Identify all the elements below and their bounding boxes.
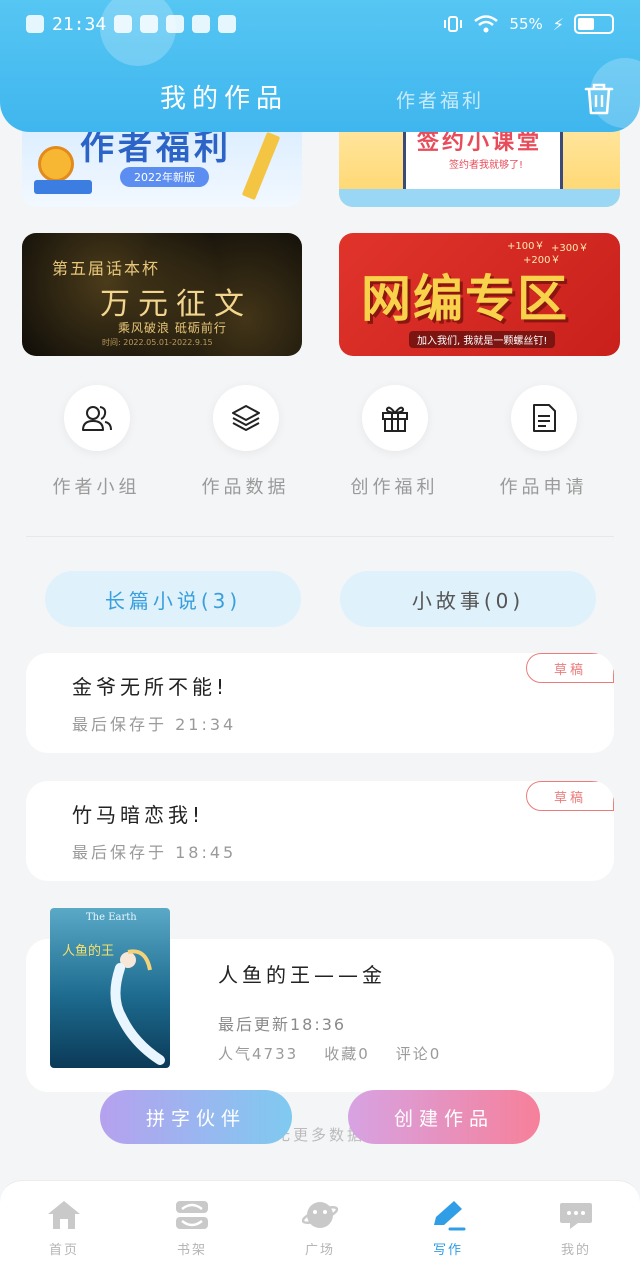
vibrate-icon xyxy=(444,16,463,32)
document-icon xyxy=(532,404,556,432)
nav-label: 广场 xyxy=(304,1243,335,1258)
banner3-date: 时间: 2022.05.01-2022.9.15 xyxy=(102,338,213,347)
book-cover[interactable]: The Earth 人鱼的王 xyxy=(50,908,170,1068)
users-icon xyxy=(81,406,112,431)
work-favorites: 收藏0 xyxy=(324,1045,370,1063)
no-more-data: 无更多数据 xyxy=(274,1126,365,1144)
quick-action-circle xyxy=(361,385,428,451)
draft-title: 金爷无所不能! xyxy=(72,675,229,699)
work-comments: 评论0 xyxy=(395,1045,442,1063)
bookshelf-icon xyxy=(176,1201,208,1229)
status-bar: 21:34 55% ⚡ xyxy=(0,0,640,48)
tab-long-novels[interactable]: 长篇小说(3) xyxy=(45,571,301,627)
draft-tag: 草稿 xyxy=(526,653,614,683)
draft-saved-time: 最后保存于 18:45 xyxy=(72,843,237,862)
trash-icon[interactable] xyxy=(584,82,614,116)
gift-icon xyxy=(381,406,408,432)
home-icon xyxy=(48,1201,80,1229)
nav-label: 我的 xyxy=(560,1243,591,1258)
battery-percent: 55% xyxy=(509,15,543,33)
draft-card[interactable]: 金爷无所不能! 最后保存于 21:34 草稿 xyxy=(26,653,614,753)
quick-action-circle xyxy=(212,385,279,451)
planet-icon xyxy=(302,1202,338,1228)
stripe-decor xyxy=(339,189,620,207)
quick-action-label: 作品申请 xyxy=(499,477,588,498)
quick-action-label: 作品数据 xyxy=(201,477,290,498)
tab-short-stories[interactable]: 小故事(0) xyxy=(340,571,596,627)
mermaid-illustration xyxy=(110,949,165,1065)
nav-writing[interactable]: 写作 xyxy=(384,1181,512,1276)
quick-action-circle xyxy=(510,385,577,451)
draft-title: 竹马暗恋我! xyxy=(72,803,205,827)
work-popularity: 人气4733 xyxy=(218,1045,299,1063)
draft-saved-time: 最后保存于 21:34 xyxy=(72,715,237,734)
partner-button[interactable]: 拼字伙伴 xyxy=(100,1090,292,1144)
video-icon xyxy=(218,15,237,33)
work-updated: 最后更新18:36 xyxy=(218,1015,347,1034)
quick-action-author-group[interactable]: 作者小组 xyxy=(22,385,171,499)
tab-my-works[interactable]: 我的作品 xyxy=(160,78,288,115)
nav-label: 首页 xyxy=(48,1243,79,1258)
quick-action-work-application[interactable]: 作品申请 xyxy=(469,385,618,499)
banner4-title: 网编专区 xyxy=(361,270,569,328)
banner1-tag: 2022年新版 xyxy=(120,167,209,187)
chat-icon xyxy=(560,1203,592,1229)
header-tabs: 我的作品 作者福利 xyxy=(160,78,484,115)
battery-level xyxy=(578,18,594,30)
banner3-title: 万元征文 xyxy=(100,287,252,322)
banner3-sub: 乘风破浪 砥砺前行 xyxy=(118,321,227,335)
banner2-sub: 签约者我就够了! xyxy=(449,160,524,171)
quick-action-label: 作者小组 xyxy=(52,477,141,498)
notification-icon xyxy=(26,15,44,33)
status-time: 21:34 xyxy=(52,13,107,35)
pencil-illustration xyxy=(241,131,281,201)
quick-action-work-data[interactable]: 作品数据 xyxy=(171,385,320,499)
tab-author-benefits[interactable]: 作者福利 xyxy=(396,86,484,113)
bottom-nav: 首页 书架 广场 写作 我的 xyxy=(0,1180,640,1276)
banner4-bubble: +100￥ xyxy=(507,241,545,252)
quick-action-circle xyxy=(63,385,130,451)
draft-tag: 草稿 xyxy=(526,781,614,811)
header: 21:34 55% ⚡ 我的作品 作者福利 xyxy=(0,0,640,132)
nav-bookshelf[interactable]: 书架 xyxy=(128,1181,256,1276)
pen-icon xyxy=(434,1201,466,1231)
charging-icon: ⚡ xyxy=(552,14,564,34)
banner-web-editor-zone[interactable]: +100￥ +300￥ +200￥ 网编专区 加入我们, 我就是一颗螺丝钉! xyxy=(339,233,620,356)
banner4-sub: 加入我们, 我就是一颗螺丝钉! xyxy=(409,331,556,348)
nav-mine[interactable]: 我的 xyxy=(512,1181,640,1276)
app-icon xyxy=(114,15,133,33)
quick-action-label: 创作福利 xyxy=(350,477,439,498)
books-illustration xyxy=(34,180,92,194)
create-work-button[interactable]: 创建作品 xyxy=(348,1090,540,1144)
layers-icon xyxy=(231,405,260,431)
work-stats: 人气4733 收藏0 评论0 xyxy=(218,1043,441,1064)
calendar-icon xyxy=(166,15,185,33)
nav-label: 写作 xyxy=(432,1243,463,1258)
nav-home[interactable]: 首页 xyxy=(0,1181,128,1276)
divider xyxy=(26,536,614,537)
battery-icon xyxy=(574,14,614,34)
nav-square[interactable]: 广场 xyxy=(256,1181,384,1276)
mail-icon xyxy=(192,15,211,33)
wechat-icon xyxy=(140,15,159,33)
quick-action-creation-benefits[interactable]: 创作福利 xyxy=(320,385,469,499)
clock-illustration xyxy=(38,146,74,182)
banner-essay-contest[interactable]: 第五届话本杯 万元征文 乘风破浪 砥砺前行 时间: 2022.05.01-202… xyxy=(22,233,302,356)
wifi-icon xyxy=(474,15,499,33)
banner3-line1: 第五届话本杯 xyxy=(52,259,161,278)
quick-actions: 作者小组 作品数据 创作福利 作品申请 xyxy=(22,385,618,499)
nav-label: 书架 xyxy=(176,1243,207,1258)
draft-card[interactable]: 竹马暗恋我! 最后保存于 18:45 草稿 xyxy=(26,781,614,881)
work-title: 人鱼的王——金 xyxy=(218,963,386,987)
